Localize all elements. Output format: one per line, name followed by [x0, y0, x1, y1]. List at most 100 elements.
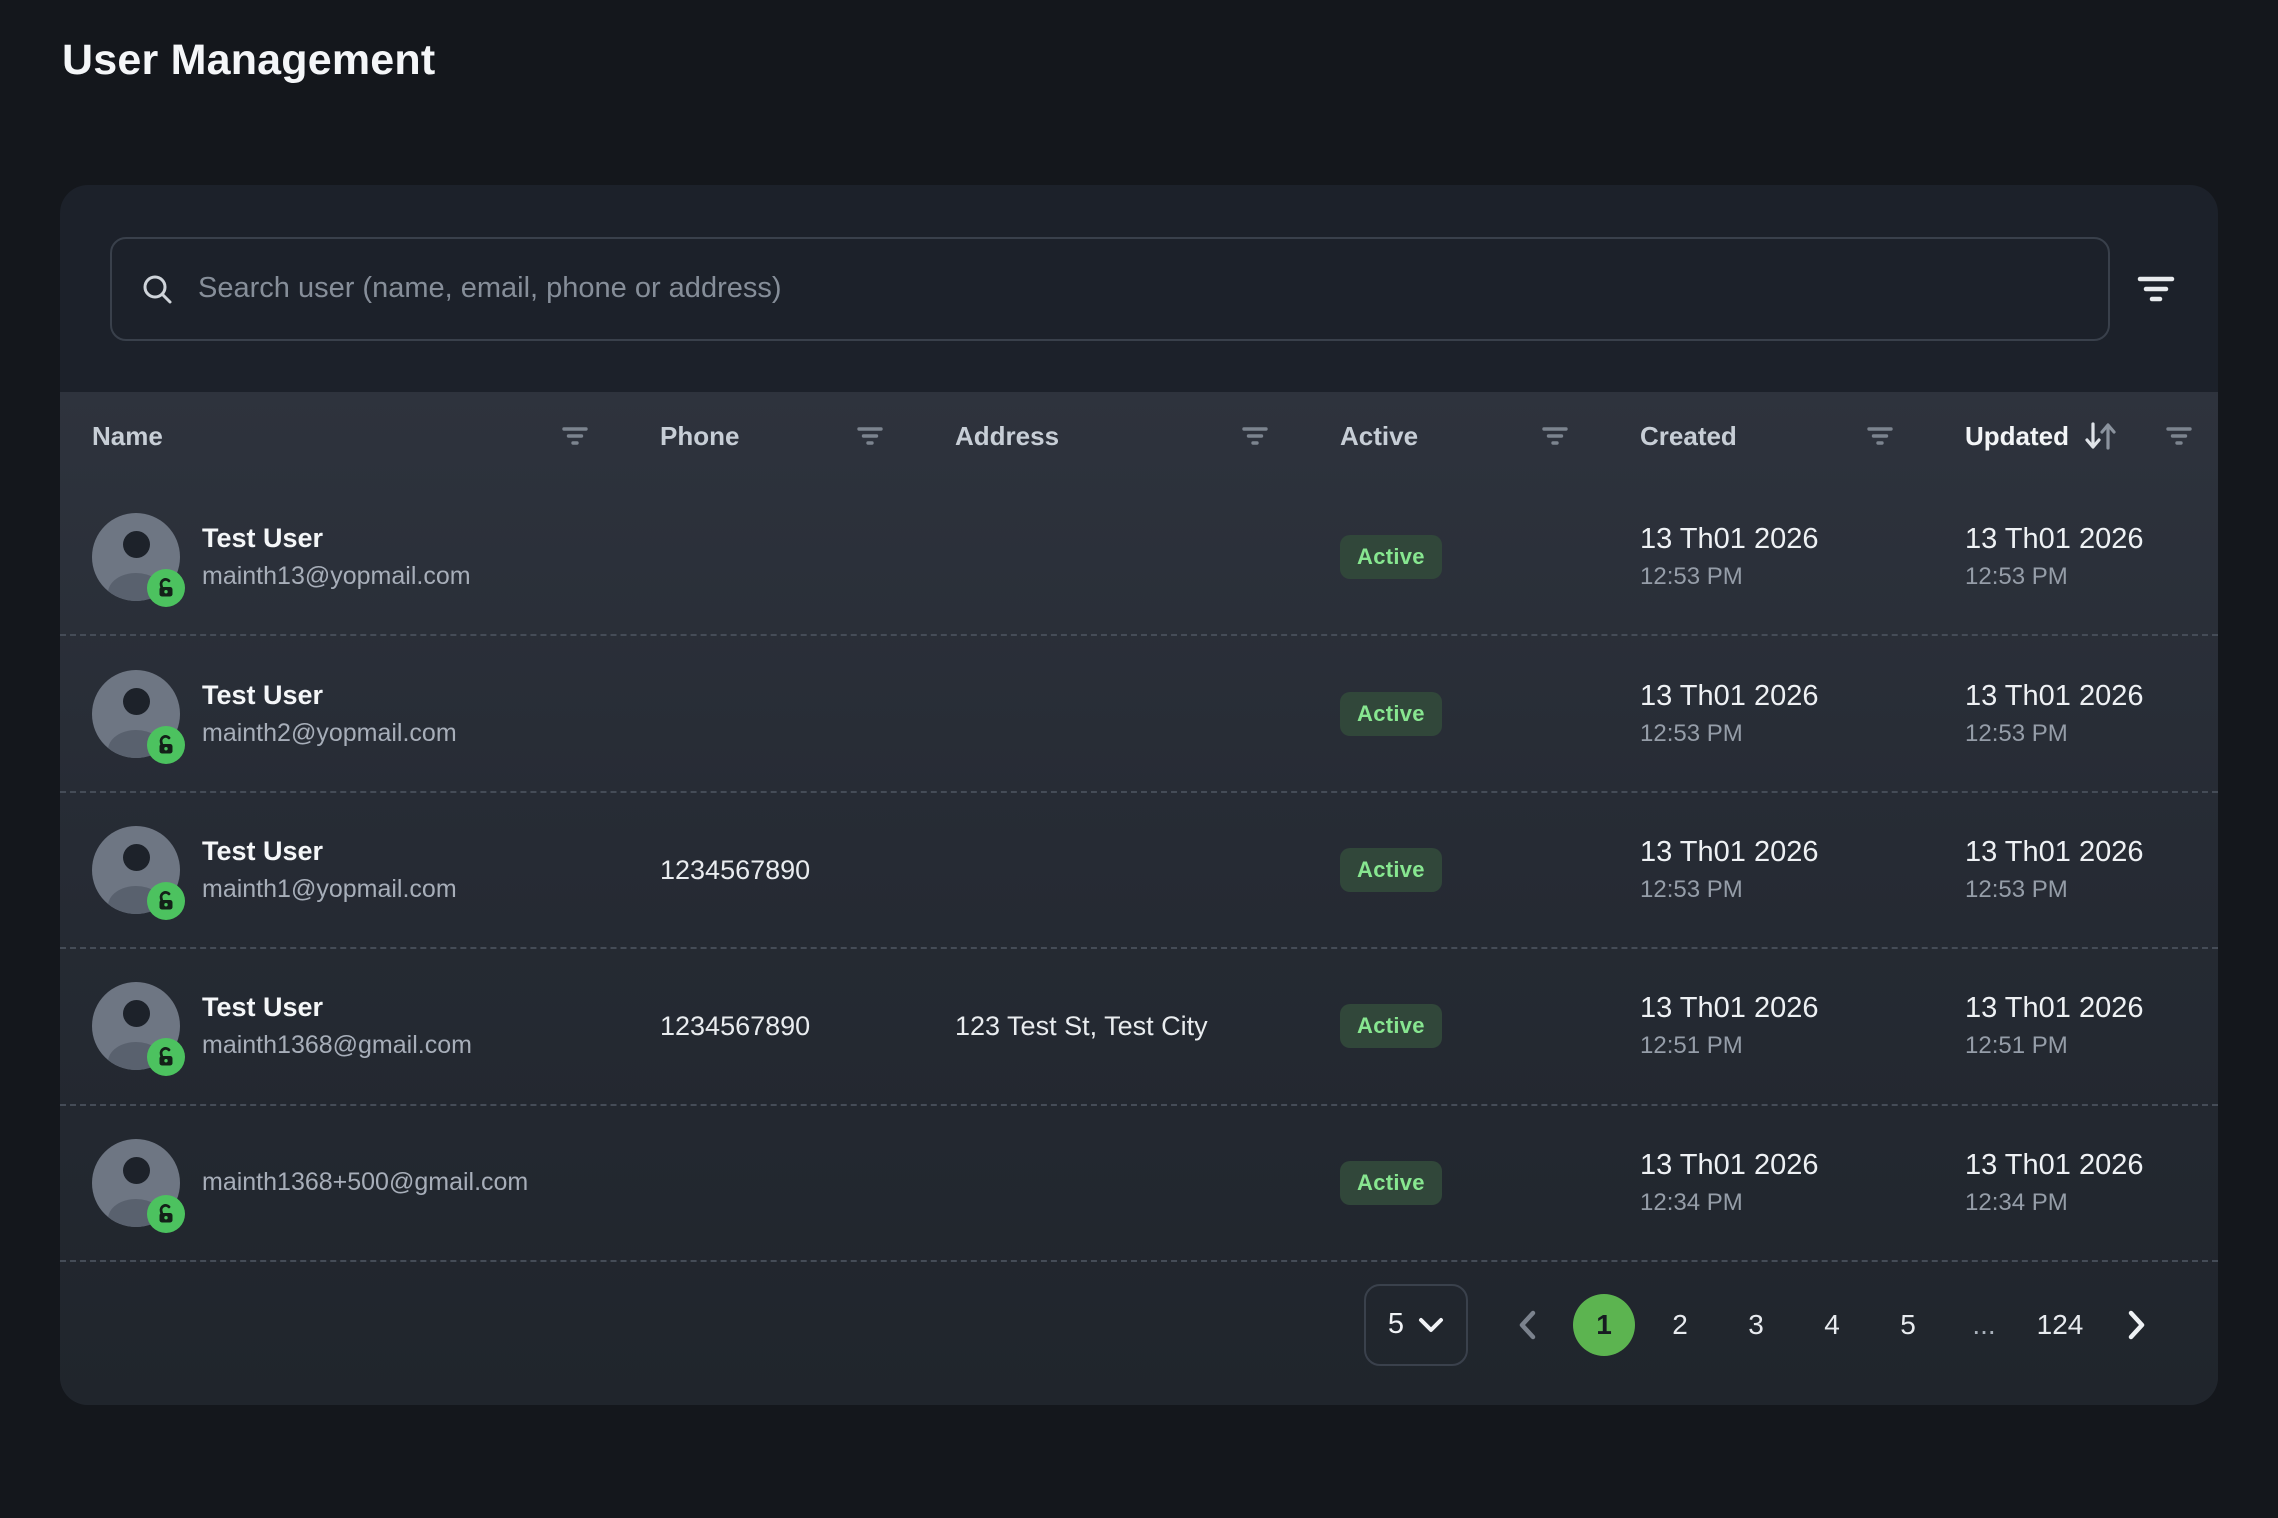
created-time: 12:53 PM [1640, 563, 1965, 591]
column-filter-icon[interactable] [562, 425, 588, 447]
created-date: 13 Th01 2026 [1640, 836, 1965, 869]
search-input-wrapper[interactable] [110, 237, 2110, 341]
updated-time: 12:53 PM [1965, 563, 2218, 591]
table-row[interactable]: Test User mainth1@yopmail.com 1234567890… [60, 791, 2218, 947]
phone-cell: 1234567890 [660, 855, 955, 886]
pagination-ellipsis: ... [1953, 1294, 2015, 1356]
user-name: Test User [202, 680, 457, 711]
created-cell: 13 Th01 2026 12:53 PM [1640, 836, 1965, 904]
created-cell: 13 Th01 2026 12:51 PM [1640, 992, 1965, 1060]
page-size-value: 5 [1388, 1308, 1404, 1341]
table-row[interactable]: Test User mainth13@yopmail.com Active 13… [60, 480, 2218, 634]
page-button-5[interactable]: 5 [1877, 1294, 1939, 1356]
updated-time: 12:53 PM [1965, 720, 2218, 748]
created-cell: 13 Th01 2026 12:34 PM [1640, 1149, 1965, 1217]
page-button-3[interactable]: 3 [1725, 1294, 1787, 1356]
updated-time: 12:53 PM [1965, 876, 2218, 904]
user-name: Test User [202, 992, 472, 1023]
avatar [92, 670, 180, 758]
column-filter-icon[interactable] [2166, 425, 2192, 447]
updated-cell: 13 Th01 2026 12:34 PM [1965, 1149, 2218, 1217]
page-button-2[interactable]: 2 [1649, 1294, 1711, 1356]
column-filter-icon[interactable] [1867, 425, 1893, 447]
column-header-created[interactable]: Created [1640, 421, 1965, 452]
status-badge: Active [1340, 848, 1442, 892]
unlock-badge-icon [147, 882, 185, 920]
user-identity: Test User mainth2@yopmail.com [202, 680, 457, 748]
created-date: 13 Th01 2026 [1640, 523, 1965, 556]
updated-cell: 13 Th01 2026 12:53 PM [1965, 680, 2218, 748]
user-email: mainth1@yopmail.com [202, 875, 457, 904]
column-filter-icon[interactable] [1542, 425, 1568, 447]
prev-page-button[interactable] [1502, 1300, 1552, 1350]
page-title: User Management [62, 36, 2278, 85]
column-header-updated[interactable]: Updated [1965, 421, 2218, 452]
status-badge: Active [1340, 1004, 1442, 1048]
user-identity: Test User mainth1@yopmail.com [202, 836, 457, 904]
created-date: 13 Th01 2026 [1640, 1149, 1965, 1182]
name-cell: mainth1368+500@gmail.com [92, 1139, 660, 1227]
column-label: Created [1640, 421, 1737, 452]
column-filter-icon[interactable] [1242, 425, 1268, 447]
user-email: mainth13@yopmail.com [202, 562, 471, 591]
unlock-badge-icon [147, 726, 185, 764]
user-identity: mainth1368+500@gmail.com [202, 1168, 528, 1197]
created-time: 12:53 PM [1640, 876, 1965, 904]
created-time: 12:53 PM [1640, 720, 1965, 748]
global-filter-button[interactable] [2120, 253, 2192, 325]
updated-date: 13 Th01 2026 [1965, 1149, 2218, 1182]
user-name: Test User [202, 523, 471, 554]
table-row[interactable]: Test User mainth1368@gmail.com 123456789… [60, 947, 2218, 1103]
filter-icon [2136, 273, 2176, 305]
unlock-badge-icon [147, 1038, 185, 1076]
updated-date: 13 Th01 2026 [1965, 523, 2218, 556]
column-header-active[interactable]: Active [1340, 421, 1640, 452]
page-button-1[interactable]: 1 [1573, 1294, 1635, 1356]
search-section [60, 185, 2218, 392]
column-header-phone[interactable]: Phone [660, 421, 955, 452]
name-cell: Test User mainth1368@gmail.com [92, 982, 660, 1070]
status-badge: Active [1340, 692, 1442, 736]
user-name: Test User [202, 836, 457, 867]
column-header-name[interactable]: Name [92, 421, 660, 452]
active-cell: Active [1340, 692, 1640, 736]
page-size-select[interactable]: 5 [1364, 1284, 1468, 1366]
page-button-4[interactable]: 4 [1801, 1294, 1863, 1356]
column-label: Phone [660, 421, 739, 452]
updated-cell: 13 Th01 2026 12:53 PM [1965, 523, 2218, 591]
search-input[interactable] [198, 272, 2080, 305]
sort-icon[interactable] [2083, 421, 2117, 451]
created-cell: 13 Th01 2026 12:53 PM [1640, 680, 1965, 748]
user-email: mainth1368@gmail.com [202, 1031, 472, 1060]
name-cell: Test User mainth1@yopmail.com [92, 826, 660, 914]
updated-time: 12:51 PM [1965, 1032, 2218, 1060]
page-button-124[interactable]: 124 [2029, 1294, 2091, 1356]
column-filter-icon[interactable] [857, 425, 883, 447]
chevron-left-icon [1517, 1309, 1537, 1341]
user-email: mainth1368+500@gmail.com [202, 1168, 528, 1197]
chevron-down-icon [1418, 1317, 1444, 1333]
user-email: mainth2@yopmail.com [202, 719, 457, 748]
address-cell: 123 Test St, Test City [955, 1011, 1340, 1042]
next-page-button[interactable] [2112, 1300, 2162, 1350]
page-number-list: 12345...124 [1566, 1294, 2098, 1356]
column-label: Name [92, 421, 163, 452]
users-table: Name Phone [60, 392, 2218, 1405]
updated-cell: 13 Th01 2026 12:53 PM [1965, 836, 2218, 904]
updated-cell: 13 Th01 2026 12:51 PM [1965, 992, 2218, 1060]
column-header-address[interactable]: Address [955, 421, 1340, 452]
unlock-badge-icon [147, 1195, 185, 1233]
updated-date: 13 Th01 2026 [1965, 836, 2218, 869]
table-row[interactable]: Test User mainth2@yopmail.com Active 13 … [60, 634, 2218, 790]
table-body: Test User mainth13@yopmail.com Active 13… [60, 480, 2218, 1260]
name-cell: Test User mainth2@yopmail.com [92, 670, 660, 758]
pagination-bar: 5 12345...124 [60, 1260, 2218, 1405]
name-cell: Test User mainth13@yopmail.com [92, 513, 660, 601]
unlock-badge-icon [147, 569, 185, 607]
active-cell: Active [1340, 1161, 1640, 1205]
user-identity: Test User mainth13@yopmail.com [202, 523, 471, 591]
column-label: Address [955, 421, 1059, 452]
table-row[interactable]: mainth1368+500@gmail.com Active 13 Th01 … [60, 1104, 2218, 1260]
active-cell: Active [1340, 535, 1640, 579]
active-cell: Active [1340, 848, 1640, 892]
